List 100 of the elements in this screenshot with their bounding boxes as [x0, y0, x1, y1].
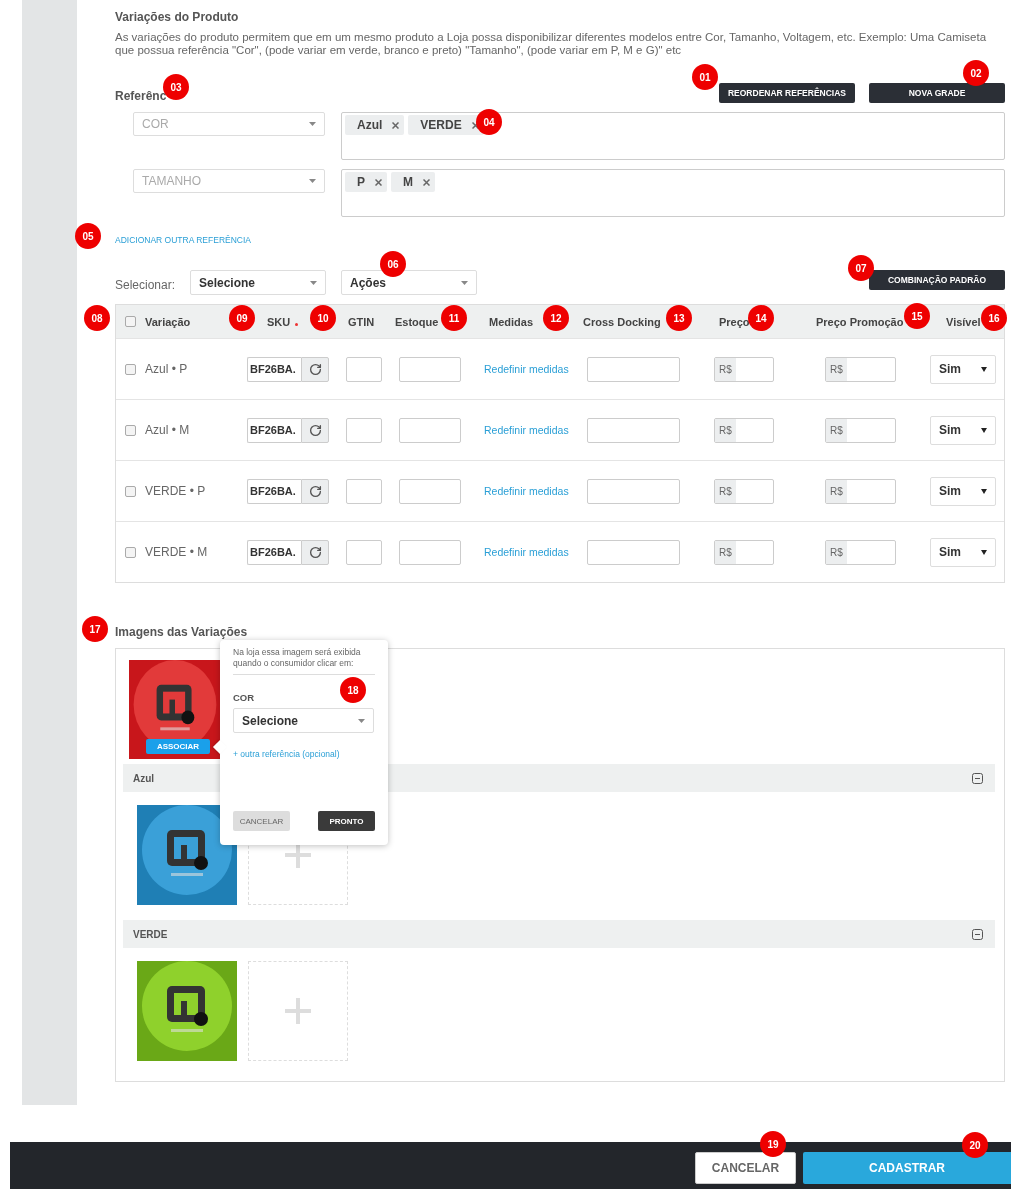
- stock-field[interactable]: [399, 417, 461, 443]
- reset-measures-link[interactable]: Redefinir medidas: [484, 546, 569, 558]
- column-header: SKU: [267, 315, 299, 328]
- caret-icon: [981, 427, 987, 433]
- caret-icon: [981, 488, 987, 494]
- actions-dropdown[interactable]: Ações: [341, 270, 477, 295]
- visible-dropdown[interactable]: Sim: [930, 537, 996, 567]
- group-header[interactable]: VERDE: [123, 920, 995, 948]
- refresh-icon: [308, 362, 322, 376]
- checkbox[interactable]: [125, 546, 136, 558]
- checkbox[interactable]: [125, 363, 136, 375]
- caret-icon: [981, 549, 987, 555]
- marker-badge: 06: [380, 251, 406, 277]
- marker-badge: 20: [962, 1132, 988, 1158]
- tag-label: P: [357, 175, 365, 189]
- color-dropdown[interactable]: Selecione: [233, 708, 374, 733]
- new-grid-button[interactable]: NOVA GRADE: [869, 83, 1005, 103]
- images-title: Imagens das Variações: [115, 625, 249, 639]
- tag-label: M: [403, 175, 413, 189]
- reorder-button[interactable]: REORDENAR REFERÊNCIAS: [719, 83, 855, 103]
- price-field[interactable]: R$: [714, 478, 774, 504]
- caret-icon: [309, 122, 316, 126]
- marker-badge: 01: [692, 64, 718, 90]
- reset-measures-link[interactable]: Redefinir medidas: [484, 485, 569, 497]
- cross-docking-field[interactable]: [587, 356, 680, 382]
- variation-name: VERDE • P: [145, 484, 206, 498]
- variation-name: Azul • M: [145, 423, 190, 437]
- caret-icon: [358, 718, 365, 723]
- column-header: Variação: [145, 315, 191, 328]
- other-reference-link[interactable]: + outra referência (opcional): [233, 749, 340, 759]
- column-header: Medidas: [489, 315, 533, 328]
- section-title: Variações do Produto: [115, 10, 240, 24]
- selection-dropdown[interactable]: Selecione: [190, 270, 326, 295]
- cross-docking-field[interactable]: [587, 539, 680, 565]
- tags-field[interactable]: P M: [341, 169, 1005, 217]
- marker-badge: 02: [963, 60, 989, 86]
- tag-label: VERDE: [420, 118, 462, 132]
- column-header: Cross Docking: [583, 315, 661, 328]
- stock-field[interactable]: [399, 539, 461, 565]
- gtin-field[interactable]: [346, 478, 382, 504]
- add-reference-link[interactable]: ADICIONAR OUTRA REFERÊNCIA: [115, 235, 252, 245]
- marker-badge: 05: [75, 223, 101, 249]
- refresh-button[interactable]: [301, 478, 329, 504]
- plus-icon: [285, 842, 311, 868]
- promo-price-field[interactable]: R$: [825, 539, 896, 565]
- done-button[interactable]: PRONTO: [318, 811, 375, 831]
- caret-icon: [309, 179, 316, 183]
- popover-text: Na loja essa imagem será exibida quando o consumidor clicar em:: [233, 647, 375, 675]
- cross-docking-field[interactable]: [587, 478, 680, 504]
- plus-icon: [285, 998, 311, 1024]
- group-name: Azul: [133, 772, 155, 784]
- cancel-button[interactable]: CANCELAR: [233, 811, 290, 831]
- checkbox[interactable]: [125, 424, 136, 436]
- price-field[interactable]: R$: [714, 356, 774, 382]
- refresh-icon: [308, 423, 322, 437]
- associate-button[interactable]: ASSOCIAR: [146, 739, 210, 754]
- gtin-field[interactable]: [346, 539, 382, 565]
- stock-field[interactable]: [399, 356, 461, 382]
- visible-dropdown[interactable]: Sim: [930, 354, 996, 384]
- promo-price-field[interactable]: R$: [825, 478, 896, 504]
- group-name: VERDE: [133, 928, 168, 940]
- marker-badge: 04: [476, 109, 502, 135]
- remove-icon[interactable]: [392, 121, 400, 129]
- price-field[interactable]: R$: [714, 417, 774, 443]
- cross-docking-field[interactable]: [587, 417, 680, 443]
- gtin-field[interactable]: [346, 356, 382, 382]
- remove-icon[interactable]: [375, 178, 382, 186]
- refresh-button[interactable]: [301, 539, 329, 565]
- checkbox[interactable]: [125, 485, 136, 497]
- visible-dropdown[interactable]: Sim: [930, 476, 996, 506]
- default-combination-button[interactable]: COMBINAÇÃO PADRÃO: [869, 270, 1005, 290]
- variation-name: VERDE • M: [145, 545, 208, 559]
- marker-badge: 08: [84, 305, 110, 331]
- field-label: COR: [233, 692, 256, 703]
- cancel-button[interactable]: CANCELAR: [695, 1152, 796, 1184]
- visible-dropdown[interactable]: Sim: [930, 415, 996, 445]
- collapse-icon[interactable]: [972, 772, 983, 784]
- checkbox[interactable]: [125, 316, 136, 327]
- refresh-icon: [308, 484, 322, 498]
- promo-price-field[interactable]: R$: [825, 356, 896, 382]
- caret-icon: [981, 366, 987, 372]
- gtin-field[interactable]: [346, 417, 382, 443]
- promo-price-field[interactable]: R$: [825, 417, 896, 443]
- marker-badge: 17: [82, 616, 108, 642]
- price-field[interactable]: R$: [714, 539, 774, 565]
- add-image-slot[interactable]: [248, 961, 348, 1061]
- marker-badge: 19: [760, 1131, 786, 1157]
- column-header: Visível: [946, 315, 981, 328]
- refresh-button[interactable]: [301, 356, 329, 382]
- reset-measures-link[interactable]: Redefinir medidas: [484, 363, 569, 375]
- refresh-icon: [308, 545, 322, 559]
- reset-measures-link[interactable]: Redefinir medidas: [484, 424, 569, 436]
- stock-field[interactable]: [399, 478, 461, 504]
- refresh-button[interactable]: [301, 417, 329, 443]
- remove-icon[interactable]: [423, 178, 430, 186]
- variation-name: Azul • P: [145, 362, 188, 376]
- caret-icon: [310, 280, 317, 285]
- caret-icon: [461, 280, 468, 285]
- tag-label: Azul: [357, 118, 383, 132]
- collapse-icon[interactable]: [972, 928, 983, 940]
